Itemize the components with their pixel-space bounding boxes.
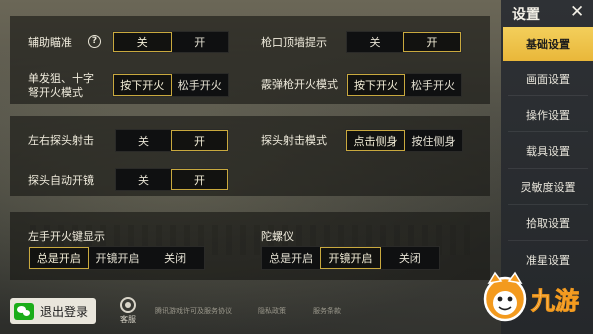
help-icon[interactable]: ?: [88, 35, 101, 48]
gyroscope-scope[interactable]: 开镜开启: [320, 247, 381, 269]
license-link[interactable]: 腾讯游戏许可及服务协议: [155, 306, 232, 316]
peek-scope-on[interactable]: 开: [171, 169, 228, 190]
left-fire-key-label: 左手开火键显示: [28, 230, 105, 243]
peek-scope-label: 探头自动开镜: [28, 174, 94, 187]
privacy-link[interactable]: 隐私政策: [258, 306, 286, 316]
sidebar-item-vehicle[interactable]: 载具设置: [503, 134, 593, 168]
left-fire-key-off[interactable]: 关闭: [146, 247, 204, 269]
customer-service-button[interactable]: 客服: [117, 297, 139, 325]
sidebar-divider: [508, 204, 588, 205]
customer-service-label: 客服: [120, 315, 136, 324]
gyroscope-off[interactable]: 关闭: [381, 247, 439, 269]
aim-assist-on[interactable]: 开: [172, 32, 229, 52]
sidebar-divider: [508, 168, 588, 169]
muzzle-hint-label: 枪口顶墙提示: [261, 36, 327, 49]
sidebar-item-controls[interactable]: 操作设置: [503, 98, 593, 132]
sidebar-item-graphics[interactable]: 画面设置: [503, 62, 593, 96]
aim-assist-toggle[interactable]: 关 开: [112, 31, 229, 53]
logout-label: 退出登录: [40, 304, 89, 319]
peek-scope-off[interactable]: 关: [116, 169, 171, 190]
aim-assist-label: 辅助瞄准: [28, 36, 72, 49]
gyroscope-toggle[interactable]: 总是开启 开镜开启 关闭: [261, 246, 440, 270]
single-fire-label-line1: 单发狙、十字: [28, 72, 94, 85]
logo-text: 九游: [530, 287, 579, 315]
sidebar-item-basic[interactable]: 基础设置: [503, 27, 593, 61]
single-fire-toggle[interactable]: 按下开火 松手开火: [112, 73, 229, 97]
shotgun-fire-toggle[interactable]: 按下开火 松手开火: [346, 73, 462, 97]
jiuyou-logo: 九游: [483, 271, 579, 322]
peek-mode-tap[interactable]: 点击侧身: [346, 130, 405, 151]
close-icon[interactable]: ✕: [570, 2, 584, 22]
wechat-icon: [14, 302, 34, 320]
peek-scope-toggle[interactable]: 关 开: [115, 168, 229, 191]
aim-assist-off[interactable]: 关: [113, 32, 172, 52]
single-fire-press[interactable]: 按下开火: [113, 74, 172, 96]
peek-fire-on[interactable]: 开: [171, 130, 228, 151]
sidebar-divider: [508, 240, 588, 241]
single-fire-release[interactable]: 松手开火: [172, 74, 229, 96]
logout-button[interactable]: 退出登录: [10, 298, 96, 324]
terms-link[interactable]: 服务条款: [313, 306, 341, 316]
peek-fire-off[interactable]: 关: [116, 130, 171, 151]
muzzle-hint-on[interactable]: 开: [403, 32, 461, 52]
shotgun-fire-label: 霰弹枪开火模式: [261, 78, 338, 91]
muzzle-hint-off[interactable]: 关: [347, 32, 403, 52]
muzzle-hint-toggle[interactable]: 关 开: [346, 31, 462, 53]
gyroscope-label: 陀螺仪: [261, 230, 294, 243]
sidebar-title: 设置: [512, 7, 540, 23]
gyroscope-always[interactable]: 总是开启: [262, 247, 320, 269]
peek-mode-hold[interactable]: 按住侧身: [405, 130, 462, 151]
peek-fire-toggle[interactable]: 关 开: [115, 129, 229, 152]
shotgun-fire-release[interactable]: 松手开火: [405, 74, 461, 96]
shotgun-fire-press[interactable]: 按下开火: [347, 74, 405, 96]
left-fire-key-always[interactable]: 总是开启: [29, 247, 89, 269]
sidebar-item-sensitivity[interactable]: 灵敏度设置: [503, 170, 593, 204]
single-fire-label-line2: 弩开火模式: [28, 86, 83, 99]
sidebar-item-pickup[interactable]: 拾取设置: [503, 206, 593, 240]
left-fire-key-scope[interactable]: 开镜开启: [89, 247, 147, 269]
peek-mode-label: 探头射击模式: [261, 134, 327, 147]
left-fire-key-toggle[interactable]: 总是开启 开镜开启 关闭: [28, 246, 205, 270]
peek-fire-label: 左右探头射击: [28, 134, 94, 147]
peek-mode-toggle[interactable]: 点击侧身 按住侧身: [345, 129, 463, 152]
headset-icon: [120, 297, 136, 313]
